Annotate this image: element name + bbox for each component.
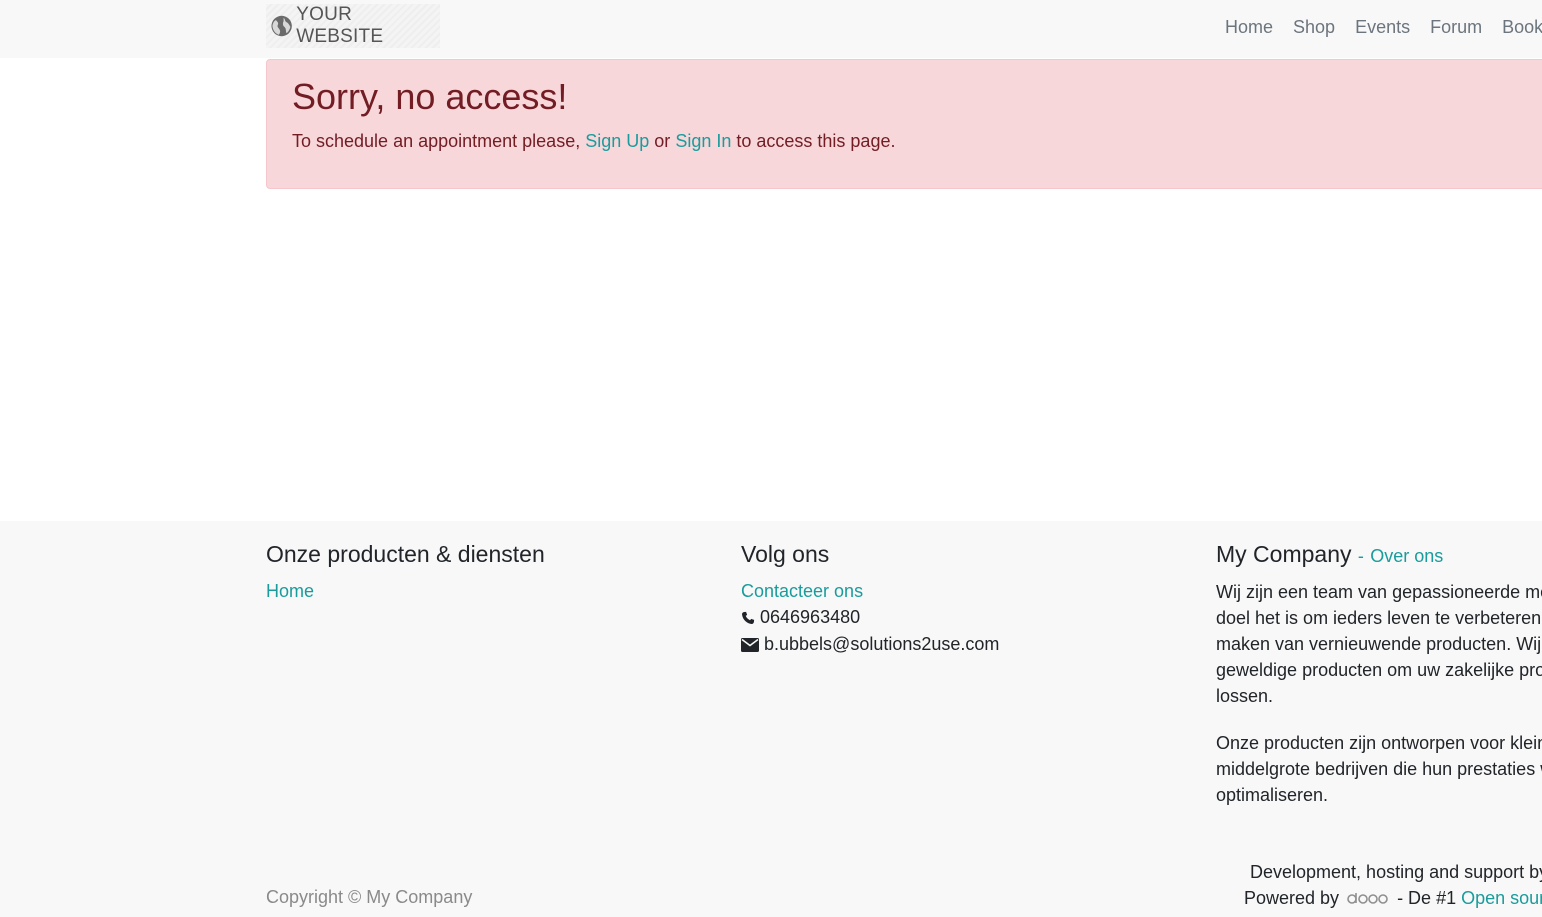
phone-line: 0646963480 bbox=[741, 607, 860, 628]
email-address: b.ubbels@solutions2use.com bbox=[764, 634, 1000, 654]
about-line: Wij zijn een team van gepassioneerde mer bbox=[1216, 582, 1542, 602]
header: YOUR WEBSITE Home Shop Events Forum Book bbox=[0, 0, 1542, 58]
footer-home-link[interactable]: Home bbox=[266, 581, 314, 602]
alert-message: To schedule an appointment please, Sign … bbox=[292, 131, 895, 152]
about-line: maken van vernieuwende producten. Wij b bbox=[1216, 634, 1542, 654]
footer-follow-heading: Volg ons bbox=[741, 541, 830, 567]
nav-book[interactable]: Book bbox=[1492, 17, 1542, 38]
about-line: middelgrote bedrijven die hun prestaties… bbox=[1216, 759, 1542, 779]
sign-in-link[interactable]: Sign In bbox=[675, 131, 731, 151]
company-heading: My Company - Over ons bbox=[1216, 541, 1443, 568]
about-line: doel het is om ieders leven te verbetere… bbox=[1216, 608, 1542, 628]
access-denied-alert: Sorry, no access! To schedule an appoint… bbox=[266, 59, 1542, 189]
logo-text: YOUR WEBSITE bbox=[296, 4, 384, 47]
open-source-link[interactable]: Open sourc bbox=[1461, 885, 1542, 911]
odoo-logo-icon[interactable] bbox=[1347, 891, 1389, 905]
credits-line-2: Powered by - De #1 Open sourc bbox=[1244, 885, 1542, 911]
contact-us-link[interactable]: Contacteer ons bbox=[741, 581, 863, 602]
main-nav: Home Shop Events Forum Book bbox=[1215, 0, 1542, 54]
company-name: My Company bbox=[1216, 541, 1352, 567]
about-us-link[interactable]: Over ons bbox=[1370, 546, 1443, 566]
credits: Development, hosting and support by Powe… bbox=[1244, 859, 1542, 911]
about-line: lossen. bbox=[1216, 686, 1274, 706]
alert-text-after: to access this page. bbox=[736, 131, 896, 151]
nav-events[interactable]: Events bbox=[1345, 17, 1420, 38]
company-separator: - bbox=[1357, 546, 1364, 566]
globe-icon bbox=[271, 15, 292, 37]
envelope-icon bbox=[741, 637, 759, 652]
about-line: optimaliseren. bbox=[1216, 785, 1329, 805]
sign-up-link[interactable]: Sign Up bbox=[585, 131, 649, 151]
phone-number: 0646963480 bbox=[760, 607, 861, 627]
company-about-paragraph-2: Onze producten zijn ontworpen voor klein… bbox=[1216, 730, 1542, 808]
copyright: Copyright © My Company bbox=[266, 887, 473, 907]
tagline-text: - De #1 bbox=[1397, 888, 1457, 908]
alert-text-or: or bbox=[654, 131, 671, 151]
nav-home[interactable]: Home bbox=[1215, 17, 1283, 38]
about-line: geweldige producten om uw zakelijke prob bbox=[1216, 660, 1542, 680]
alert-text-before: To schedule an appointment please, bbox=[292, 131, 581, 151]
nav-shop[interactable]: Shop bbox=[1283, 17, 1345, 38]
footer-products-heading: Onze producten & diensten bbox=[266, 541, 545, 567]
phone-icon bbox=[742, 611, 755, 624]
company-about-paragraph-1: Wij zijn een team van gepassioneerde mer… bbox=[1216, 579, 1542, 709]
email-line: b.ubbels@solutions2use.com bbox=[741, 634, 999, 655]
about-line: Onze producten zijn ontworpen voor klein… bbox=[1216, 733, 1542, 753]
powered-by-text: Powered by bbox=[1244, 888, 1340, 908]
alert-title: Sorry, no access! bbox=[292, 76, 568, 117]
site-logo[interactable]: YOUR WEBSITE bbox=[266, 4, 440, 48]
footer: Onze producten & diensten Home Volg ons … bbox=[0, 521, 1542, 917]
nav-forum[interactable]: Forum bbox=[1420, 17, 1492, 38]
credits-line-1: Development, hosting and support by bbox=[1250, 862, 1542, 882]
